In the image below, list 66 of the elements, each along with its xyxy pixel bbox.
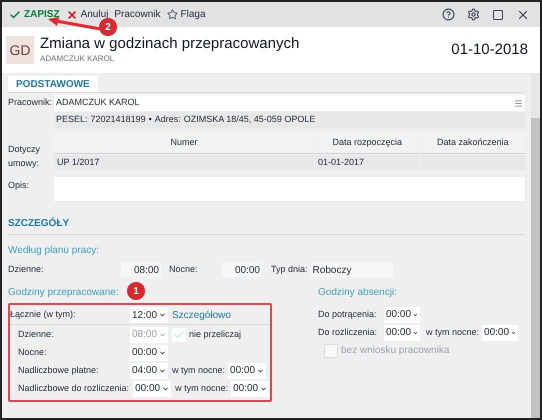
time-select[interactable]: 00:00: [228, 362, 266, 378]
field-label: Łącznie (w tym):: [10, 308, 77, 322]
table-cell: 01-01-2017: [315, 155, 420, 170]
address-value: OZIMSKA 18/45, 45-059 OPOLE: [184, 113, 316, 126]
pesel-value: 72021418199: [90, 113, 146, 126]
check-icon: [9, 8, 21, 20]
section-title: SZCZEGÓŁY: [8, 216, 70, 231]
field-label: nie przeliczaj: [189, 328, 242, 341]
field-label: PESEL:: [56, 113, 88, 126]
field-label: Dotyczy umowy:: [8, 143, 42, 170]
form-date: 01-10-2018: [451, 40, 528, 60]
settings-icon[interactable]: [467, 8, 480, 21]
field-label: Opis:: [8, 179, 30, 192]
subsection-heading: Godziny przepracowane:: [8, 286, 119, 300]
day-type-value: Roboczy: [310, 263, 393, 277]
time-select[interactable]: 00:00: [384, 324, 420, 340]
table-cell: UP 1/2017: [54, 155, 314, 170]
field-label: Typ dnia:: [271, 263, 308, 276]
subsection-heading: Godziny absencji:: [318, 286, 397, 300]
toolbar-button[interactable]: ZAPISZ: [6, 7, 63, 22]
time-value: 00:00: [222, 263, 262, 277]
time-select[interactable]: 04:00: [130, 362, 168, 378]
time-select[interactable]: 00:00: [482, 324, 518, 340]
field-label: Adres:: [154, 113, 181, 126]
menu-icon: [514, 98, 523, 108]
field-label: Nocne:: [18, 346, 48, 359]
separator-dot: •: [148, 113, 152, 126]
subsection-heading: Według planu pracy:: [8, 244, 100, 258]
chevron-icon: [257, 366, 264, 374]
field-label: Nadliczbowe płatne:: [18, 364, 100, 377]
chevron-icon: [159, 330, 166, 338]
field-label: Do rozliczenia:: [318, 326, 378, 339]
chevron-icon: [159, 366, 166, 374]
annotation-badge: 1: [127, 282, 145, 300]
chevron-icon: [159, 348, 166, 356]
field-label: Nocne:: [169, 263, 199, 276]
avatar-initials: GD: [6, 36, 34, 64]
time-select[interactable]: 00:00: [130, 344, 168, 360]
star-icon: [166, 9, 178, 20]
chevron-icon: [159, 311, 166, 319]
field-label: w tym nocne:: [172, 364, 226, 377]
field-label: Dzienne:: [18, 328, 55, 341]
field-label: Dzienne:: [8, 263, 45, 276]
form-subtitle: ADAMCZUK KAROL: [40, 53, 116, 65]
tab[interactable]: PODSTAWOWE: [8, 76, 98, 92]
field-label: w tym nocne:: [426, 326, 480, 339]
checkbox-label: bez wniosku pracownika: [341, 344, 450, 358]
field-label: Nadliczbowe do rozliczenia:: [18, 382, 130, 395]
time-value: 08:00: [121, 263, 161, 277]
details-link[interactable]: Szczegółowo: [172, 308, 231, 322]
employee-field[interactable]: ADAMCZUK KAROL: [54, 95, 525, 111]
field-label: Pracownik:: [8, 96, 52, 110]
help-icon[interactable]: [442, 8, 455, 21]
form-title: Zmiana w godzinach przepracowanych: [40, 35, 300, 53]
field-label: w tym nocne:: [175, 382, 228, 395]
check-icon: [173, 328, 185, 340]
field-label: Do potrącenia:: [318, 308, 378, 321]
maximize-icon[interactable]: [492, 8, 504, 20]
time-select[interactable]: 00:00: [231, 380, 270, 396]
toolbar-button[interactable]: Flaga: [164, 7, 209, 22]
time-select[interactable]: 00:00: [384, 306, 420, 322]
time-select[interactable]: 12:00: [130, 307, 168, 323]
close-icon: [66, 8, 78, 20]
time-select[interactable]: 00:00: [133, 380, 172, 396]
chevron-icon: [260, 384, 268, 392]
chevron-icon: [162, 384, 170, 392]
